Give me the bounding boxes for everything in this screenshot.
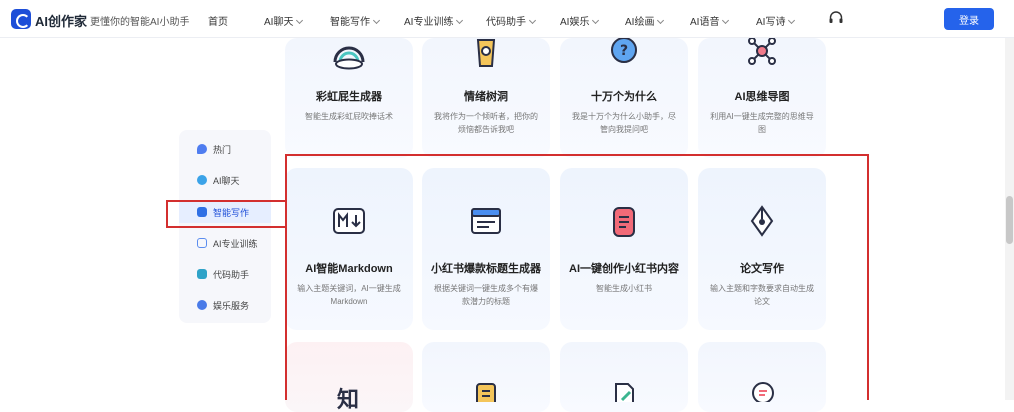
nav-code-assistant[interactable]: 代码助手 bbox=[486, 13, 537, 28]
question-icon: ? bbox=[611, 38, 637, 63]
chevron-down-icon bbox=[296, 16, 304, 25]
card-description: 利用AI一键生成完整的思维导图 bbox=[710, 112, 814, 134]
card-description: 我将作为一个倾听者，把你的烦恼都告诉我吧 bbox=[434, 112, 538, 134]
tool-card-why[interactable]: ? 十万个为什么 我是十万个为什么小助手，尽管向我提问吧 bbox=[560, 38, 688, 158]
menu-item-hot[interactable]: 热门 bbox=[179, 138, 271, 160]
tool-card-mindmap[interactable]: AI思维导图 利用AI一键生成完整的思维导图 bbox=[698, 38, 826, 158]
headset-icon[interactable] bbox=[828, 10, 844, 26]
menu-item-code-assistant[interactable]: 代码助手 bbox=[179, 263, 271, 285]
nav-home[interactable]: 首页 bbox=[208, 13, 228, 28]
menu-item-label: AI聊天 bbox=[213, 175, 240, 186]
menu-item-label: 热门 bbox=[213, 144, 232, 155]
svg-text:?: ? bbox=[620, 43, 628, 59]
tool-card-rainbow[interactable]: 彩虹屁生成器 智能生成彩虹屁吹捧话术 bbox=[285, 38, 413, 158]
card-title: 情绪树洞 bbox=[464, 91, 508, 103]
chevron-down-icon bbox=[456, 16, 464, 25]
tree-hole-icon bbox=[476, 39, 496, 67]
card-description: 智能生成彩虹屁吹捧话术 bbox=[305, 112, 393, 121]
card-title: AI思维导图 bbox=[734, 91, 790, 103]
cube-icon bbox=[197, 238, 207, 248]
chevron-down-icon bbox=[592, 16, 600, 25]
flame-icon bbox=[197, 144, 207, 154]
nav-ai-voice[interactable]: AI语音 bbox=[690, 13, 730, 28]
mindmap-icon bbox=[748, 38, 776, 65]
top-navigation-bar: AI创作家 更懂你的智能AI小助手 首页 AI聊天 智能写作 AI专业训练 代码… bbox=[0, 0, 1014, 38]
menu-item-label: 娱乐服务 bbox=[213, 300, 250, 311]
highlight-box-cards bbox=[285, 154, 869, 400]
nav-ai-drawing[interactable]: AI绘画 bbox=[625, 13, 665, 28]
card-title: 十万个为什么 bbox=[591, 91, 657, 103]
nav-ai-poetry[interactable]: AI写诗 bbox=[756, 13, 796, 28]
login-button[interactable]: 登录 bbox=[944, 8, 994, 30]
chevron-down-icon bbox=[722, 16, 730, 25]
menu-item-label: 代码助手 bbox=[213, 269, 250, 280]
card-description: 我是十万个为什么小助手，尽管向我提问吧 bbox=[572, 112, 676, 134]
nav-smart-writing[interactable]: 智能写作 bbox=[330, 13, 381, 28]
rainbow-cloud-icon bbox=[333, 46, 365, 70]
scrollbar-thumb[interactable] bbox=[1006, 196, 1013, 244]
nav-ai-training[interactable]: AI专业训练 bbox=[404, 13, 464, 28]
slogan: 更懂你的智能AI小助手 bbox=[90, 17, 190, 28]
nav-ai-chat[interactable]: AI聊天 bbox=[264, 13, 304, 28]
menu-item-ai-chat[interactable]: AI聊天 bbox=[179, 169, 271, 191]
chevron-down-icon bbox=[372, 16, 381, 25]
menu-item-label: AI专业训练 bbox=[213, 238, 258, 249]
card-title: 彩虹屁生成器 bbox=[316, 91, 382, 103]
logo-text[interactable]: AI创作家 bbox=[35, 11, 87, 30]
nav-ai-entertainment[interactable]: AI娱乐 bbox=[560, 13, 600, 28]
tool-card-emotion-tree-hole[interactable]: 情绪树洞 我将作为一个倾听者，把你的烦恼都告诉我吧 bbox=[422, 38, 550, 158]
chevron-down-icon bbox=[657, 16, 665, 25]
highlight-box-menu bbox=[166, 200, 288, 228]
menu-item-entertainment[interactable]: 娱乐服务 bbox=[179, 294, 271, 316]
logo-icon[interactable] bbox=[11, 9, 31, 29]
chat-icon bbox=[197, 175, 207, 185]
code-icon bbox=[197, 269, 207, 279]
chevron-down-icon bbox=[528, 16, 537, 25]
smile-icon bbox=[197, 300, 207, 310]
menu-item-ai-training[interactable]: AI专业训练 bbox=[179, 232, 271, 254]
chevron-down-icon bbox=[788, 16, 796, 25]
